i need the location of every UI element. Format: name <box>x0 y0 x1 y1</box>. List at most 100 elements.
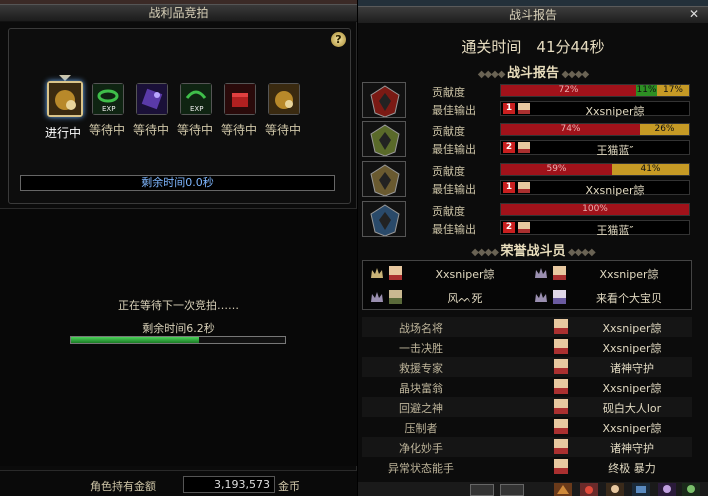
bottom-button[interactable] <box>470 484 494 496</box>
crown-icon <box>535 292 547 302</box>
honor-cell: Xxsniper諒 <box>365 263 527 285</box>
avatar <box>389 290 402 304</box>
auction-slot-2[interactable]: EXP <box>92 83 124 115</box>
title-row: 晶块富翁 Xxsniper諒 <box>362 377 692 397</box>
contribution-bar: 74% 26% <box>500 123 690 136</box>
skill-icon[interactable] <box>632 483 650 496</box>
auction-slot-1[interactable] <box>47 81 83 117</box>
title-row: 异常状态能手 终极 暴力 <box>362 457 692 477</box>
loot-auction-panel: 战利品竞拍 ? EXP EXP 进行中 等待中 等待中 等待中 等待中 等待中 … <box>0 0 357 496</box>
slot-status-label: 等待中 <box>220 123 257 137</box>
svg-text:EXP: EXP <box>190 105 203 113</box>
svg-text:EXP: EXP <box>102 105 115 113</box>
report-title: 战斗报告 <box>358 6 708 23</box>
title-holder-name: 砚白大人lor <box>602 402 662 415</box>
honor-box: Xxsniper諒 Xxsniper諒 风ᨓ死 来看个大宝贝 <box>362 260 692 310</box>
purple-crystal-icon <box>137 84 167 114</box>
help-icon[interactable]: ? <box>331 32 346 47</box>
best-output-box: 1 Xxsniper諒 <box>500 101 690 118</box>
avatar <box>554 359 568 374</box>
contribution-segment: 11% <box>636 85 657 96</box>
avatar <box>518 142 530 153</box>
best-output-name: 王猫蓝″ <box>596 144 634 157</box>
close-button[interactable]: ✕ <box>687 8 701 21</box>
ornament-icon: ◆◆◆◆ <box>477 69 507 80</box>
next-auction-progress-bar <box>70 336 286 344</box>
crown-icon <box>371 268 383 278</box>
best-output-box: 2 王猫蓝″ <box>500 140 690 157</box>
avatar <box>518 182 530 193</box>
skill-icon[interactable] <box>658 483 676 496</box>
best-output-box: 1 Xxsniper諒 <box>500 180 690 197</box>
title-holder-name: Xxsniper諒 <box>602 322 662 335</box>
best-output-name: 王猫蓝″ <box>596 224 634 237</box>
title-row: 回避之神 砚白大人lor <box>362 397 692 417</box>
auction-slot-5[interactable] <box>224 83 256 115</box>
rank-icon: 1 <box>503 103 515 114</box>
title-row: 一击决胜 Xxsniper諒 <box>362 337 692 357</box>
remaining-time-bar: 剩余时间0.0秒 <box>20 175 335 191</box>
honor-cell: 来看个大宝贝 <box>529 287 691 309</box>
auction-slot-3[interactable] <box>136 83 168 115</box>
title-label: 一击决胜 <box>399 342 443 355</box>
best-output-label: 最佳输出 <box>432 143 476 156</box>
avatar <box>554 439 568 454</box>
skill-icon[interactable] <box>580 483 598 496</box>
bottom-button[interactable] <box>500 484 524 496</box>
title-holder-name: Xxsniper諒 <box>602 342 662 355</box>
auction-slot-6[interactable] <box>268 83 300 115</box>
best-output-label: 最佳输出 <box>432 104 476 117</box>
contribution-segment: 100% <box>501 204 689 215</box>
red-box-icon <box>225 84 255 114</box>
contribution-label: 贡献度 <box>432 125 465 138</box>
title-holder-name: Xxsniper諒 <box>602 382 662 395</box>
avatar <box>554 459 568 474</box>
title-label: 异常状态能手 <box>388 462 454 475</box>
skill-icon[interactable] <box>606 483 624 496</box>
title-holder-name: 终极 暴力 <box>608 462 656 475</box>
gold-value: 3,193,573 <box>183 476 275 493</box>
class-emblem-icon <box>362 82 406 118</box>
skill-icon[interactable] <box>682 483 700 496</box>
avatar <box>554 419 568 434</box>
contribution-segment: 41% <box>612 164 689 175</box>
skill-icon[interactable] <box>554 483 572 496</box>
contribution-segment: 26% <box>640 124 689 135</box>
avatar <box>518 222 530 233</box>
honor-heading-text: 荣誉战斗员 <box>500 244 566 259</box>
slot-status-label: 等待中 <box>176 123 213 137</box>
title-holder-name: 诸神守护 <box>610 442 654 455</box>
slot-status-label: 等待中 <box>132 123 169 137</box>
treasure-bag-icon <box>269 84 299 114</box>
contribution-bar: 59% 41% <box>500 163 690 176</box>
contribution-segment: 59% <box>501 164 612 175</box>
gold-label: 角色持有金额 <box>90 480 156 493</box>
rank-icon: 1 <box>503 182 515 193</box>
contribution-bar: 100% <box>500 203 690 216</box>
avatar <box>554 399 568 414</box>
title-holder-name: Xxsniper諒 <box>602 422 662 435</box>
slot-status-label: 等待中 <box>88 123 125 137</box>
player-row: 贡献度 最佳输出 100% 2 王猫蓝″ <box>362 201 690 237</box>
exp-ring-icon: EXP <box>181 84 211 114</box>
bottom-strip <box>358 482 708 496</box>
ornament-icon: ◆◆◆◆ <box>471 247 501 258</box>
honor-heading: ◆◆◆◆ 荣誉战斗员 ◆◆◆◆ <box>358 240 708 259</box>
exp-ring-icon: EXP <box>93 84 123 114</box>
avatar <box>389 266 402 280</box>
battle-report-heading-text: 战斗报告 <box>506 66 559 81</box>
contribution-segment: 17% <box>657 85 689 96</box>
treasure-bag-icon <box>49 83 81 115</box>
slot-status-label: 等待中 <box>264 123 301 137</box>
clear-time: 通关时间 41分44秒 <box>461 38 605 56</box>
auction-slot-4[interactable]: EXP <box>180 83 212 115</box>
class-emblem-icon <box>362 121 406 157</box>
player-row: 贡献度最佳输出 74% 26% 2 王猫蓝″ <box>362 121 690 157</box>
avatar <box>518 103 530 114</box>
battle-report-heading: ◆◆◆◆ 战斗报告 ◆◆◆◆ <box>358 62 708 81</box>
contribution-label: 贡献度 <box>432 165 465 178</box>
title-label: 净化妙手 <box>399 442 443 455</box>
best-output-label: 最佳输出 <box>432 183 476 196</box>
title-label: 救援专家 <box>399 362 443 375</box>
battle-report-panel: 战斗报告 ✕ 通关时间 41分44秒 ◆◆◆◆ 战斗报告 ◆◆◆◆ 贡献度 最佳输… <box>358 0 708 496</box>
